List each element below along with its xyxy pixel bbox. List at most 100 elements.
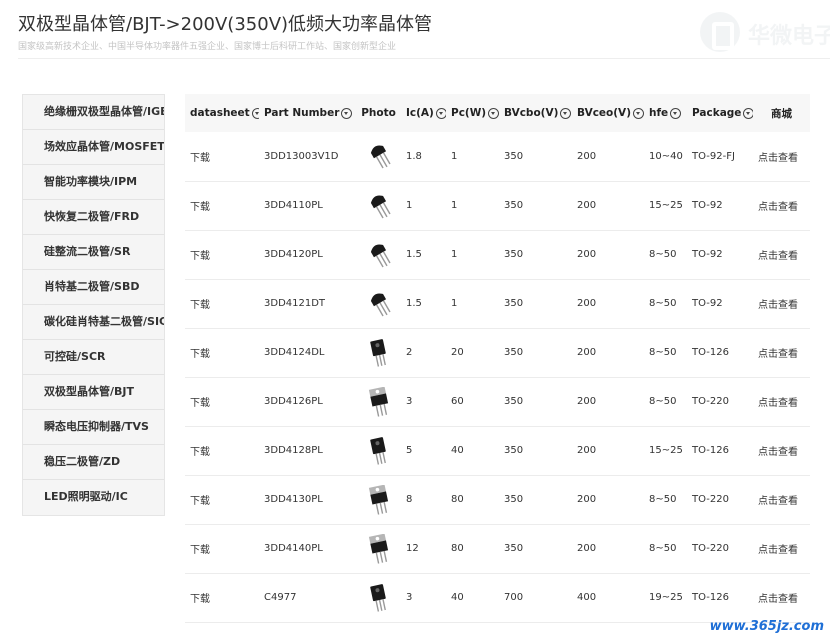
sidebar-item-igbt[interactable]: 绝缘栅双极型晶体管/IGBT [23,95,164,130]
bvceo-cell: 200 [577,200,597,211]
bvcbo-cell: 350 [504,396,524,407]
column-header-photo: Photo [361,107,396,119]
hfe-cell: 15~25 [649,445,683,456]
datasheet-download-link[interactable]: 下载 [185,181,259,230]
bvcbo-cell: 350 [504,347,524,358]
shop-link[interactable]: 点击查看 [753,573,810,622]
hfe-cell: 15~25 [649,200,683,211]
to220-icon [366,386,392,417]
shop-link[interactable]: 点击查看 [753,230,810,279]
package-cell: TO-126 [692,592,729,603]
shop-link[interactable]: 点击查看 [753,377,810,426]
sort-dropdown-icon[interactable] [251,107,259,119]
sort-dropdown-icon[interactable] [435,107,446,119]
photo-cell [356,475,401,524]
to92-icon [366,289,392,319]
bvcbo-cell: 350 [504,249,524,260]
photo-cell [356,181,401,230]
pc-cell: 40 [451,592,464,603]
pc-cell: 60 [451,396,464,407]
sidebar-item-bjt[interactable]: 双极型晶体管/BJT [23,375,164,410]
package-cell: TO-220 [692,494,729,505]
part-number-cell: 3DD4130PL [264,494,323,505]
sort-dropdown-icon[interactable] [341,107,353,119]
sidebar-item-zd[interactable]: 稳压二极管/ZD [23,445,164,480]
ic-cell: 3 [406,592,413,603]
table-row: 下载 3DD4126PL 3 60 350 200 8~50 TO-220 点击查看 [185,377,810,426]
brand-logo-icon [700,12,740,52]
shop-link[interactable]: 点击查看 [753,426,810,475]
part-number-cell: 3DD13003V1D [264,150,339,162]
package-cell: TO-92 [692,200,723,211]
column-header-label: Ic(A) [406,107,434,119]
page-title: 双极型晶体管/BJT->200V(350V)低频大功率晶体管 [18,14,433,35]
sidebar-item-led-ic[interactable]: LED照明驱动/IC [23,480,164,515]
to92-icon [366,191,392,221]
sidebar-item-frd[interactable]: 快恢复二极管/FRD [23,200,164,235]
ic-cell: 1.8 [406,150,422,162]
sidebar-item-tvs[interactable]: 瞬态电压抑制器/TVS [23,410,164,445]
sort-dropdown-icon[interactable] [560,107,572,119]
photo-cell [356,524,401,573]
datasheet-download-link[interactable]: 下载 [185,573,259,622]
part-number-cell: 3DD4110PL [264,200,323,211]
sidebar-item-mosfet[interactable]: 场效应晶体管/MOSFET [23,130,164,165]
datasheet-download-link[interactable]: 下载 [185,132,259,181]
shop-link[interactable]: 点击查看 [753,328,810,377]
photo-cell [356,426,401,475]
hfe-cell: 8~50 [649,494,677,505]
datasheet-download-link[interactable]: 下载 [185,524,259,573]
sidebar-item-sic[interactable]: 碳化硅肖特基二极管/SIC [23,305,164,340]
column-header-package: Package [687,94,753,132]
datasheet-download-link[interactable]: 下载 [185,279,259,328]
bvcbo-cell: 350 [504,298,524,309]
column-header-label: Pc(W) [451,107,487,119]
ic-cell: 1 [406,200,413,211]
sidebar-item-sbd[interactable]: 肖特基二极管/SBD [23,270,164,305]
part-number-cell: 3DD4120PL [264,249,323,260]
hfe-cell: 8~50 [649,298,677,309]
to220-icon [366,484,392,515]
package-cell: TO-92 [692,298,723,309]
sidebar-item-ipm[interactable]: 智能功率模块/IPM [23,165,164,200]
datasheet-download-link[interactable]: 下载 [185,426,259,475]
hfe-cell: 10~40 [649,150,683,162]
bvceo-cell: 200 [577,543,597,554]
bvceo-cell: 200 [577,445,597,456]
sort-dropdown-icon[interactable] [670,107,682,119]
sidebar-item-scr[interactable]: 可控硅/SCR [23,340,164,375]
to126-icon [366,583,392,613]
shop-link[interactable]: 点击查看 [753,475,810,524]
shop-link[interactable]: 点击查看 [753,132,810,181]
datasheet-download-link[interactable]: 下载 [185,377,259,426]
pc-cell: 80 [451,543,464,554]
ic-cell: 5 [406,445,413,456]
sidebar-item-sr[interactable]: 硅整流二极管/SR [23,235,164,270]
shop-link[interactable]: 点击查看 [753,181,810,230]
shop-link[interactable]: 点击查看 [753,524,810,573]
sort-dropdown-icon[interactable] [488,107,499,119]
hfe-cell: 8~50 [649,249,677,260]
bvcbo-cell: 350 [504,494,524,505]
datasheet-download-link[interactable]: 下载 [185,475,259,524]
ic-cell: 1.5 [406,298,422,309]
pc-cell: 1 [451,298,458,309]
column-header-bvceo: BVceo(V) [572,94,644,132]
pc-cell: 80 [451,494,464,505]
datasheet-download-link[interactable]: 下载 [185,230,259,279]
pc-cell: 1 [451,200,458,211]
table-row: 下载 3DD13003V1D 1.8 1 350 200 10~40 TO-92-FJ 点击查看 [185,132,810,181]
bvcbo-cell: 350 [504,150,524,162]
hfe-cell: 8~50 [649,543,677,554]
sort-dropdown-icon[interactable] [743,107,753,119]
datasheet-download-link[interactable]: 下载 [185,328,259,377]
shop-link[interactable]: 点击查看 [753,279,810,328]
ic-cell: 8 [406,494,413,505]
package-cell: TO-92-FJ [692,150,735,162]
column-header-ic: Ic(A) [401,94,446,132]
column-header-label: BVcbo(V) [504,107,559,119]
table-row: 下载 3DD4124DL 2 20 350 200 8~50 TO-126 点击查看 [185,328,810,377]
products-table: datasheet Part Number Photo Ic(A) Pc(W) … [185,94,810,623]
sort-dropdown-icon[interactable] [633,107,644,119]
pc-cell: 20 [451,347,464,358]
